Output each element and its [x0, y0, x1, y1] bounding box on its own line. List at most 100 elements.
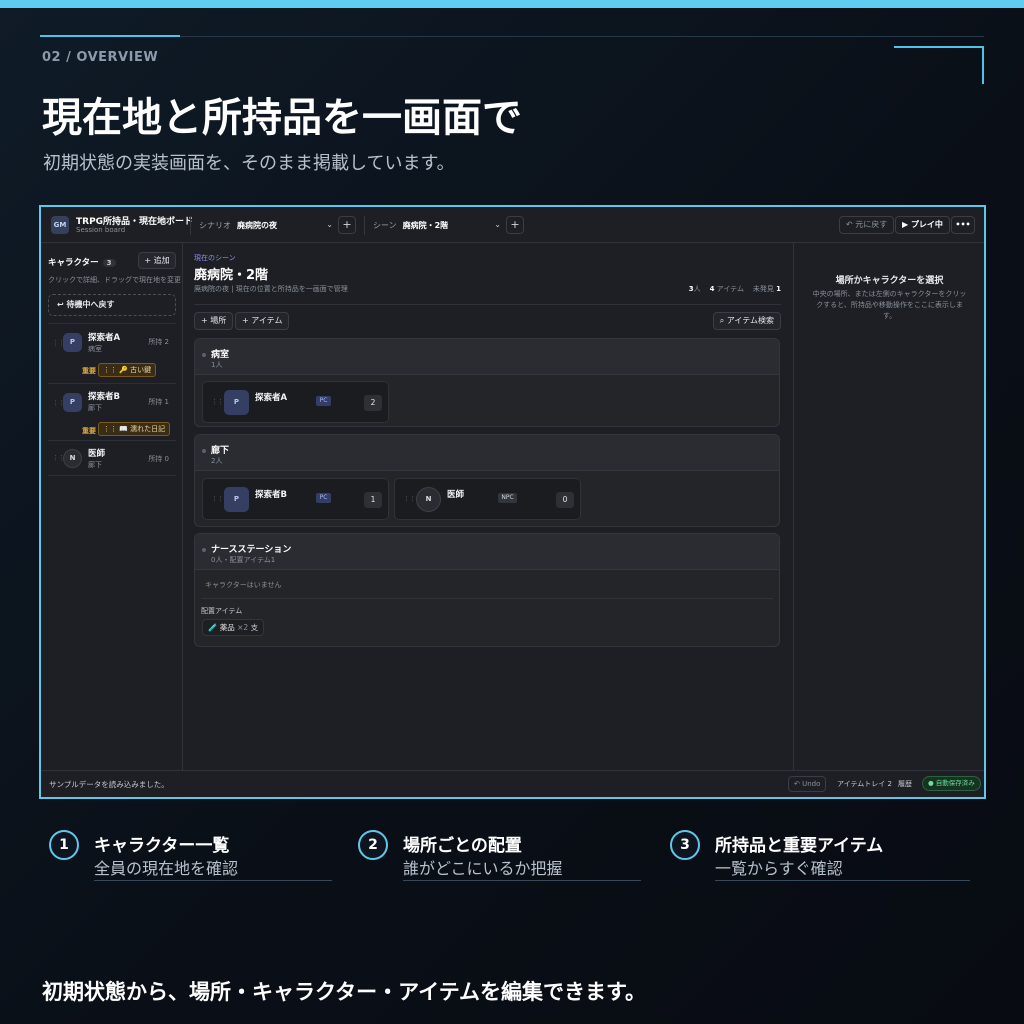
autosave-status-badge: ● 自動保存済み	[922, 776, 981, 791]
character-card[interactable]: ⋮⋮ N 医師 NPC 0	[394, 478, 581, 520]
more-menu-button[interactable]: •••	[951, 216, 975, 234]
important-item-chip[interactable]: ⋮⋮ 🔑 古い鍵	[98, 363, 157, 377]
add-scenario-button[interactable]: +	[338, 216, 356, 234]
feature-subtitle: 全員の現在地を確認	[94, 859, 239, 878]
return-to-standby-label: 待機中へ戻す	[66, 300, 115, 309]
item-search-button[interactable]: ⌕ アイテム検索	[712, 312, 781, 330]
feature-title: 場所ごとの配置	[403, 836, 522, 856]
current-scene-label: 現在のシーン	[194, 254, 236, 262]
undo-button[interactable]: ↶ 元に戻す	[839, 216, 895, 234]
important-label: 重要	[82, 427, 96, 435]
header-accent-line	[40, 35, 180, 37]
section-kicker: 02 / OVERVIEW	[42, 50, 159, 65]
scene-value: 廃病院・2階	[402, 221, 449, 230]
undo-small-button[interactable]: ↶ Undo	[788, 776, 827, 792]
location-dot-icon	[202, 449, 206, 453]
chevron-down-icon: ⌄	[494, 220, 501, 229]
character-row[interactable]: ⋮⋮ P 探索者B 廊下 所持 1 重要 ⋮⋮ 📖 濡れた日記	[48, 383, 176, 440]
feature-underline	[94, 880, 332, 881]
item-name: 🧪 薬品	[208, 623, 235, 632]
character-row[interactable]: ⋮⋮ P 探索者A 病室 所持 2 重要 ⋮⋮ 🔑 古い鍵	[48, 323, 176, 383]
hero-subtitle: 初期状態の実装画面を、そのまま掲載しています。	[43, 153, 455, 174]
important-item-chip[interactable]: ⋮⋮ 📖 濡れた日記	[98, 422, 171, 436]
people-unit: 人	[693, 285, 701, 293]
drag-handle-icon[interactable]: ⋮⋮	[211, 398, 224, 406]
character-name: 医師	[447, 490, 465, 500]
scene-select[interactable]: シーン 廃病院・2階 ⌄	[364, 216, 501, 235]
character-card[interactable]: ⋮⋮ P 探索者B PC 1	[202, 478, 389, 520]
drag-handle-icon[interactable]: ⋮⋮	[403, 495, 416, 503]
add-character-button[interactable]: + 追加	[138, 252, 176, 269]
item-unit: アイテム	[716, 285, 744, 293]
avatar: N	[416, 487, 441, 512]
location-header[interactable]: 病室 1人	[195, 339, 779, 375]
add-item-button[interactable]: + アイテム	[235, 312, 290, 330]
item-tray-button[interactable]: アイテムトレイ 2	[837, 779, 892, 789]
character-name: 探索者B	[255, 490, 287, 500]
detail-panel: 場所かキャラクターを選択 中央の場所、または左側のキャラクターをクリックすると、…	[793, 243, 984, 770]
status-message: サンプルデータを読み込みました。	[49, 780, 169, 789]
scene-panel: 現在のシーン 廃病院・2階 廃病院の夜 | 現在の位置と所持品を一画面で管理 3…	[183, 243, 793, 770]
feature-number: 1	[49, 830, 79, 860]
status-bar: サンプルデータを読み込みました。 ↶ Undo アイテムトレイ 2 履歴 ● 自…	[41, 770, 984, 797]
feature-subtitle: 誰がどこにいるか把握	[403, 859, 563, 878]
item-count-badge: 0	[556, 492, 574, 508]
important-label: 重要	[82, 367, 96, 375]
location-header[interactable]: ナースステーション 0人・配置アイテム1	[195, 534, 779, 570]
drag-handle-icon[interactable]: ⋮⋮	[211, 495, 224, 503]
placed-items-label: 配置アイテム	[201, 607, 243, 615]
divider	[194, 304, 781, 305]
character-name: 医師	[88, 449, 106, 459]
character-name: 探索者A	[255, 393, 288, 403]
character-row[interactable]: ⋮⋮ N 医師 廊下 所持 0	[48, 440, 176, 476]
location-card-nurse-station[interactable]: ナースステーション 0人・配置アイテム1 キャラクターはいません 配置アイテム …	[194, 533, 780, 647]
character-location: 廊下	[88, 461, 102, 469]
location-card-corridor[interactable]: 廊下 2人 ⋮⋮ P 探索者B PC 1 ⋮⋮ N 医師 NPC 0	[194, 434, 780, 527]
feature-title: 所持品と重要アイテム	[715, 836, 884, 856]
item-unit: 支	[250, 623, 259, 632]
character-panel-hint: クリックで詳細、ドラッグで現在地を変更	[48, 276, 181, 284]
location-name: 病室	[211, 350, 230, 360]
feature-underline	[715, 880, 970, 881]
divider	[201, 598, 773, 599]
character-count-badge: 3	[102, 259, 116, 267]
location-header[interactable]: 廊下 2人	[195, 435, 779, 471]
add-place-button[interactable]: + 場所	[194, 312, 234, 330]
history-button[interactable]: 履歴	[898, 779, 912, 789]
character-card[interactable]: ⋮⋮ P 探索者A PC 2	[202, 381, 389, 423]
feature-number: 2	[358, 830, 388, 860]
character-name: 探索者B	[88, 392, 120, 402]
character-name: 探索者A	[88, 333, 121, 343]
scenario-value: 廃病院の夜	[237, 221, 277, 230]
location-dot-icon	[202, 548, 206, 552]
app-screenshot: GM TRPG所持品・現在地ボード Session board シナリオ 廃病院…	[39, 205, 986, 799]
location-name: 廊下	[211, 446, 230, 456]
location-card-room[interactable]: 病室 1人 ⋮⋮ P 探索者A PC 2	[194, 338, 780, 427]
item-count: 所持 1	[148, 398, 169, 406]
undiscovered-label: 未発見	[752, 285, 774, 293]
gm-badge: GM	[51, 216, 69, 234]
character-location: 廊下	[88, 404, 102, 412]
feature-underline	[403, 880, 641, 881]
avatar: P	[63, 393, 82, 412]
location-count: 2人	[211, 457, 223, 465]
feature-number: 3	[670, 830, 700, 860]
scene-stats: 3人 4 アイテム 未発見 1	[689, 284, 781, 294]
feature-title: キャラクター一覧	[94, 836, 230, 856]
character-panel: キャラクター 3 + 追加 クリックで詳細、ドラッグで現在地を変更 ↩ 待機中へ戻…	[41, 243, 183, 770]
character-location: 病室	[88, 345, 102, 353]
item-count: 所持 0	[148, 455, 169, 463]
footer-caption: 初期状態から、場所・キャラクター・アイテムを編集できます。	[42, 980, 646, 1004]
avatar: P	[224, 390, 249, 415]
placed-item-chip[interactable]: 🧪 薬品 ×2 支	[202, 619, 265, 636]
location-name: ナースステーション	[211, 545, 292, 555]
character-panel-title-text: キャラクター	[48, 258, 99, 268]
scenario-select[interactable]: シナリオ 廃病院の夜 ⌄	[190, 216, 333, 235]
detail-empty-description: 中央の場所、または左側のキャラクターをクリックすると、所持品や移動操作をここに表…	[812, 290, 967, 320]
add-scene-button[interactable]: +	[506, 216, 524, 234]
chevron-down-icon: ⌄	[326, 220, 333, 229]
return-to-standby-button[interactable]: ↩ 待機中へ戻す	[48, 294, 176, 316]
pc-tag: PC	[316, 493, 331, 503]
avatar: P	[224, 487, 249, 512]
play-button[interactable]: ▶ プレイ中	[895, 216, 950, 234]
